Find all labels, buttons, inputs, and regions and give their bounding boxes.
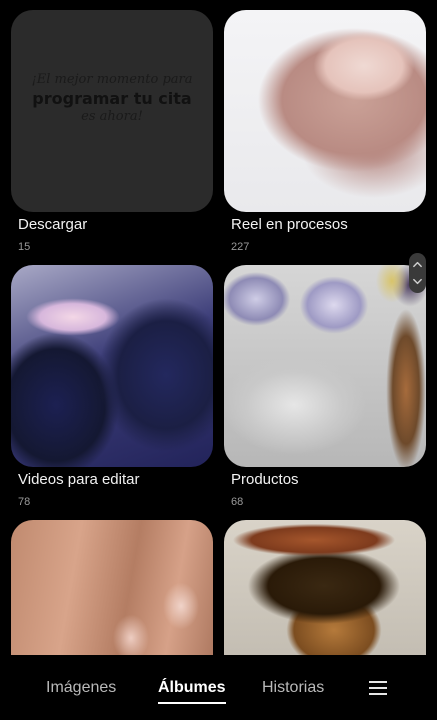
tab-albumes[interactable]: Álbumes bbox=[158, 679, 226, 697]
album-count: 227 bbox=[231, 241, 250, 253]
album-thumbnail[interactable] bbox=[11, 265, 213, 467]
promo-line-2: programar tu cita bbox=[32, 89, 192, 108]
promo-text: ¡El mejor momento para programar tu cita… bbox=[11, 72, 213, 124]
promo-line-3: es ahora! bbox=[81, 109, 143, 124]
gallery-screen: ¡El mejor momento para programar tu cita… bbox=[0, 0, 437, 720]
chevron-down-icon bbox=[413, 278, 422, 285]
album-count: 78 bbox=[18, 496, 31, 508]
promo-line-1: ¡El mejor momento para bbox=[31, 72, 193, 87]
album-thumbnail[interactable] bbox=[224, 265, 426, 467]
tab-historias[interactable]: Historias bbox=[262, 679, 324, 697]
album-thumbnail[interactable] bbox=[224, 10, 426, 212]
tab-imagenes[interactable]: Imágenes bbox=[46, 679, 116, 697]
album-title: Videos para editar bbox=[18, 471, 140, 488]
bottom-navigation: Imágenes Álbumes Historias bbox=[0, 655, 437, 720]
album-title: Reel en procesos bbox=[231, 216, 348, 233]
album-thumbnail[interactable] bbox=[224, 520, 426, 655]
album-title: Productos bbox=[231, 471, 299, 488]
album-count: 68 bbox=[231, 496, 244, 508]
fast-scroll-handle[interactable] bbox=[409, 253, 426, 293]
album-thumbnail[interactable] bbox=[11, 520, 213, 655]
album-grid: ¡El mejor momento para programar tu cita… bbox=[0, 0, 437, 655]
album-count: 15 bbox=[18, 241, 31, 253]
album-thumbnail[interactable]: ¡El mejor momento para programar tu cita… bbox=[11, 10, 213, 212]
hamburger-menu-icon[interactable] bbox=[368, 679, 388, 697]
active-tab-indicator bbox=[158, 702, 226, 704]
album-title: Descargar bbox=[18, 216, 88, 233]
chevron-up-icon bbox=[413, 261, 422, 268]
